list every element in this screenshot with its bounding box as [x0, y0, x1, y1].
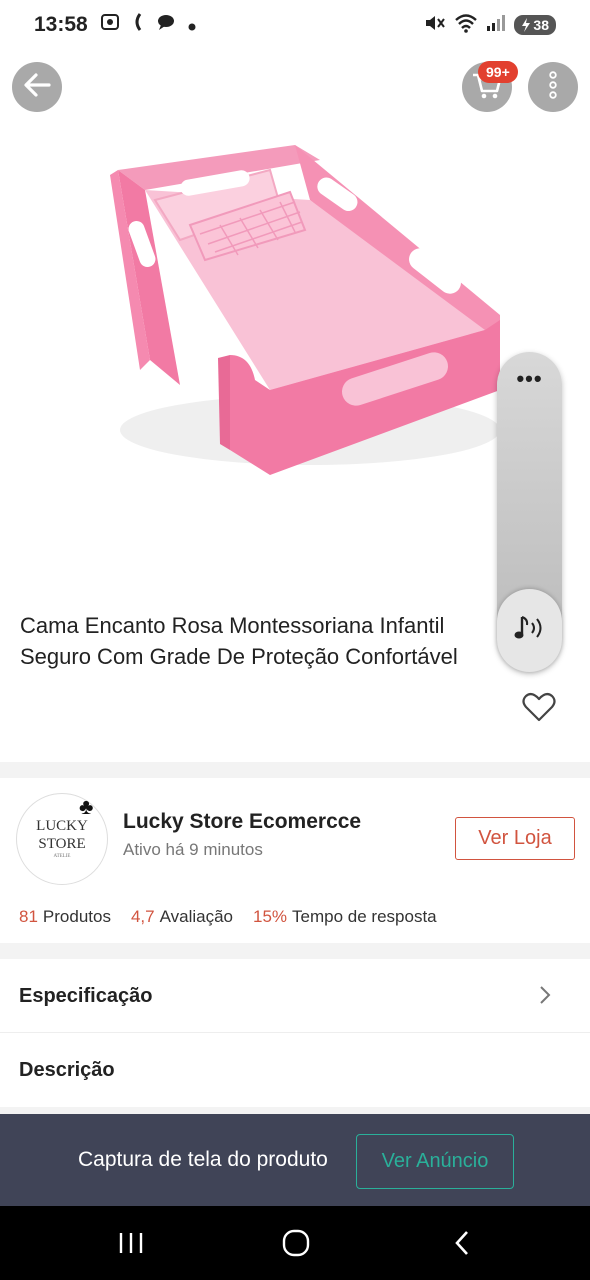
description-row[interactable]: Descrição: [0, 1033, 590, 1107]
store-logo[interactable]: ♣ LUCKY STORE ATELIE: [16, 793, 108, 885]
section-divider: [0, 762, 590, 778]
section-divider: [0, 1107, 590, 1114]
store-info: ♣ LUCKY STORE ATELIE Lucky Store Ecomerc…: [0, 778, 590, 943]
banner-text: Captura de tela do produto: [78, 1148, 328, 1171]
status-time: 13:58: [34, 13, 88, 36]
product-title-line1: Cama Encanto Rosa Montessoriana Infantil: [20, 613, 445, 638]
pink-bed-image: [110, 145, 500, 475]
stat-label: Produtos: [42, 907, 111, 926]
stat-response-time: 15% Tempo de resposta: [253, 907, 437, 927]
stat-label: Avaliação: [159, 907, 234, 926]
more-options-button[interactable]: [528, 62, 578, 112]
status-left: 13:58: [34, 12, 196, 38]
screenshot-icon: [100, 12, 120, 38]
chevron-right-icon: [538, 984, 552, 1012]
back-arrow-icon: [21, 69, 53, 106]
screenshot-banner: Captura de tela do produto Ver Anúncio: [0, 1114, 590, 1206]
store-logo-tagline: ATELIE: [53, 854, 71, 859]
battery-level: 38: [533, 17, 549, 33]
cart-badge: 99+: [478, 61, 518, 83]
view-store-button[interactable]: Ver Loja: [455, 817, 575, 860]
home-icon[interactable]: [281, 1228, 311, 1258]
status-right: 38: [424, 13, 556, 38]
stat-value: 81: [19, 907, 38, 926]
dot-icon: [188, 13, 196, 37]
stat-value: 4,7: [130, 907, 155, 926]
description-label: Descrição: [19, 1058, 115, 1081]
stat-label: Tempo de resposta: [292, 907, 437, 926]
more-vertical-icon: [548, 70, 558, 105]
call-icon: [132, 12, 144, 38]
stat-value: 15%: [253, 907, 288, 926]
store-stats: 81 Produtos 4,7 Avaliação 15% Tempo de resp…: [19, 907, 437, 927]
battery-icon: 38: [514, 15, 556, 35]
product-title: Cama Encanto Rosa Montessoriana Infantil…: [20, 610, 500, 672]
product-title-line2: Seguro Com Grade De Proteção Confortável: [20, 644, 458, 669]
store-logo-line1: LUCKY: [36, 818, 88, 834]
specification-label: Especificação: [19, 984, 153, 1007]
stat-products: 81 Produtos: [19, 907, 111, 927]
mute-icon: [424, 13, 446, 38]
store-active-status: Ativo há 9 minutos: [123, 840, 263, 859]
signal-icon: [486, 13, 506, 38]
recent-apps-icon[interactable]: [116, 1228, 146, 1258]
chat-bubble-icon: [156, 12, 176, 38]
store-logo-line2: STORE: [38, 836, 86, 852]
section-divider: [0, 943, 590, 959]
stat-rating: 4,7 Avaliação: [131, 907, 233, 927]
view-listing-button[interactable]: Ver Anúncio: [356, 1134, 514, 1189]
widget-menu-icon[interactable]: •••: [497, 366, 562, 392]
clover-icon: ♣: [79, 794, 94, 819]
favorite-heart-icon[interactable]: [522, 692, 556, 727]
floating-audio-widget[interactable]: •••: [497, 352, 562, 672]
status-bar: 13:58 38: [0, 0, 590, 50]
specification-row[interactable]: Especificação: [0, 959, 590, 1033]
wifi-icon: [454, 13, 478, 38]
audio-toggle-button[interactable]: [497, 589, 562, 672]
music-note-icon: [513, 613, 547, 648]
back-nav-icon[interactable]: [447, 1228, 477, 1258]
back-button[interactable]: [12, 62, 62, 112]
system-nav-bar: [0, 1206, 590, 1280]
store-name[interactable]: Lucky Store Ecomercce: [123, 810, 361, 834]
